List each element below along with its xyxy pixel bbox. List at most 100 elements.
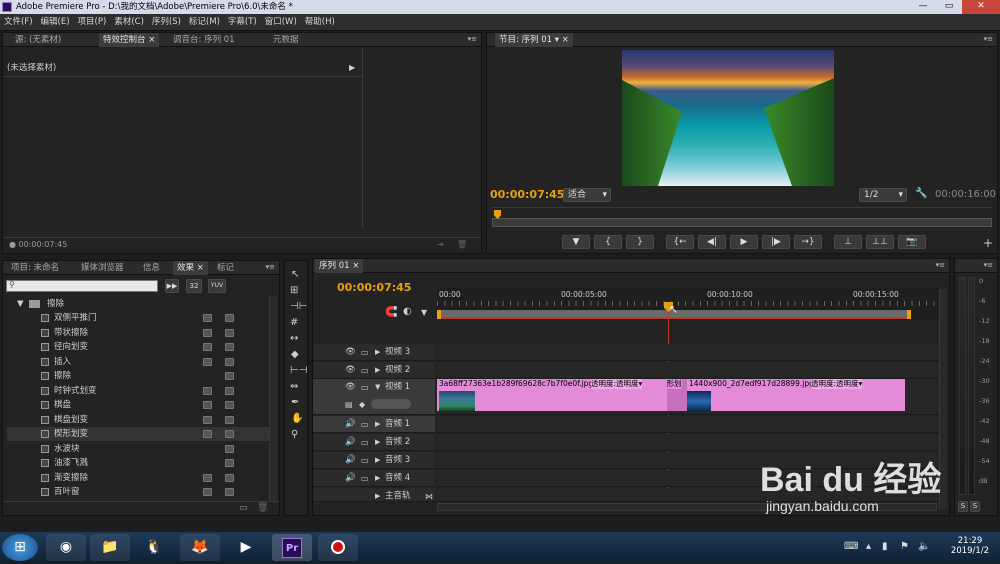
expand-arrow-icon[interactable]: ▶ <box>375 452 380 469</box>
taskbar-qq-icon[interactable]: 🐧 <box>134 534 174 561</box>
razor-tool-icon[interactable]: ◆ <box>291 349 299 361</box>
track-header[interactable]: 👁 ▭ ▼ 视频 1 ▤ ◆ <box>313 379 435 415</box>
export-icon[interactable]: ⇥ <box>437 239 444 251</box>
lock-icon[interactable]: ▭ <box>361 452 369 469</box>
program-timecode[interactable]: 00:00:07:45 <box>490 188 564 201</box>
tab-source[interactable]: 源: (无素材) <box>11 33 65 47</box>
effect-item[interactable]: 油漆飞溅 <box>7 456 269 470</box>
track-header[interactable]: 🔊 ▭ ▶ 音频 3 <box>313 452 435 469</box>
time-ruler[interactable]: 00:00 00:00:05:00 00:00:10:00 00:00:15:0… <box>437 287 939 321</box>
expand-arrow-icon[interactable]: ▶ <box>375 488 380 505</box>
lift-button[interactable]: ⊥ <box>834 235 862 249</box>
hand-tool-icon[interactable]: ✋ <box>291 413 303 425</box>
effect-item[interactable]: 棋盘 <box>7 398 269 412</box>
effect-item[interactable]: 双侧平推门 <box>7 311 269 325</box>
lock-icon[interactable]: ▭ <box>361 344 369 361</box>
pen-tool-icon[interactable]: ✒ <box>291 397 299 409</box>
expand-arrow-icon[interactable]: ▶ <box>375 470 380 487</box>
track-header[interactable]: 👁 ▭ ▶ 视频 3 <box>313 344 435 361</box>
track-header[interactable]: 🔊 ▭ ▶ 音频 4 <box>313 470 435 487</box>
tray-keyboard-icon[interactable]: ⌨ <box>844 541 858 553</box>
clip-image-2[interactable]: 1440x900_2d7edf917d28899.jpg 透明度:透明度▾ <box>687 379 905 411</box>
menu-sequence[interactable]: 序列(S) <box>148 14 185 31</box>
track-lane[interactable] <box>437 362 939 379</box>
tab-markers[interactable]: 标记 <box>213 261 238 275</box>
zoom-tool-icon[interactable]: ⚲ <box>291 429 298 441</box>
menu-marker[interactable]: 标记(M) <box>185 14 224 31</box>
track-lane[interactable] <box>437 416 939 433</box>
speaker-icon[interactable]: 🔊 <box>345 452 356 469</box>
clock[interactable]: 21:29 2019/1/2 <box>950 536 990 556</box>
panel-menu-icon[interactable]: ▾≡ <box>936 261 945 269</box>
new-folder-icon[interactable]: ▭ <box>239 502 248 514</box>
eye-icon[interactable]: 👁 <box>345 362 356 379</box>
go-to-out-button[interactable]: →} <box>794 235 822 249</box>
lock-icon[interactable]: ▭ <box>361 434 369 451</box>
menu-project[interactable]: 项目(P) <box>74 14 111 31</box>
effect-item[interactable]: 擦除 <box>7 369 269 383</box>
keyframe-nav[interactable] <box>371 399 411 409</box>
solo-right-button[interactable]: S <box>970 501 980 512</box>
tray-flag-icon[interactable]: ⚑ <box>900 541 909 553</box>
mark-out-button[interactable]: } <box>626 235 654 249</box>
add-marker-button[interactable]: ▼ <box>562 235 590 249</box>
selection-tool-icon[interactable]: ↖ <box>291 269 299 281</box>
expand-arrow-icon[interactable]: ▶ <box>375 344 380 361</box>
effect-item[interactable]: 带状擦除 <box>7 326 269 340</box>
lock-icon[interactable]: ▭ <box>361 362 369 379</box>
expand-arrow-icon[interactable]: ▶ <box>349 62 355 74</box>
slide-tool-icon[interactable]: ⇔ <box>290 381 298 393</box>
yuv-effects-button[interactable]: YUV <box>208 279 226 293</box>
panel-menu-icon[interactable]: ▾≡ <box>984 35 993 43</box>
taskbar-video-app-icon[interactable]: ▶ <box>226 534 266 561</box>
eye-icon[interactable]: 👁 <box>345 379 356 396</box>
effect-item[interactable]: 百叶窗 <box>7 485 269 499</box>
clip-image-1[interactable]: 3a68ff27363e1b289f69628c7b7f0e0f.jpg 透明度… <box>437 379 667 411</box>
panel-menu-icon[interactable]: ▾≡ <box>468 35 477 43</box>
lock-icon[interactable]: ▭ <box>361 470 369 487</box>
fit-dropdown[interactable]: 适合 ▾ <box>563 188 611 202</box>
panel-menu-icon[interactable]: ▾≡ <box>984 261 993 269</box>
track-header[interactable]: ▶ 主音轨 ⋈ <box>313 488 435 502</box>
menu-clip[interactable]: 素材(C) <box>110 14 148 31</box>
eye-icon[interactable]: 👁 <box>345 344 356 361</box>
marker-icon[interactable]: ▼ <box>421 307 427 319</box>
effect-item[interactable]: 楔形划变 <box>7 427 269 441</box>
speaker-icon[interactable]: 🔊 <box>345 470 356 487</box>
menu-window[interactable]: 窗口(W) <box>261 14 301 31</box>
32bit-effects-button[interactable]: 32 <box>186 279 202 293</box>
play-button[interactable]: ▶ <box>730 235 758 249</box>
tray-expand-icon[interactable]: ▴ <box>866 541 871 553</box>
taskbar-folder-icon[interactable]: 📁 <box>90 534 130 561</box>
speaker-icon[interactable]: 🔊 <box>345 416 356 433</box>
taskbar-recorder-icon[interactable] <box>318 534 358 561</box>
set-marker-icon[interactable]: ◐ <box>403 306 412 318</box>
rate-stretch-tool-icon[interactable]: ↔ <box>290 333 298 345</box>
expand-arrow-icon[interactable]: ▶ <box>375 362 380 379</box>
tab-effects[interactable]: 效果 × <box>173 261 208 275</box>
track-lane[interactable] <box>437 434 939 451</box>
panel-menu-icon[interactable]: ▾≡ <box>266 263 275 271</box>
folder-row-wipe[interactable]: ▼ 擦除 <box>7 297 269 311</box>
minimize-button[interactable]: — <box>910 0 936 14</box>
menu-help[interactable]: 帮助(H) <box>301 14 339 31</box>
resolution-dropdown[interactable]: 1/2 ▾ <box>859 188 907 202</box>
track-header[interactable]: 🔊 ▭ ▶ 音频 2 <box>313 434 435 451</box>
trash-icon[interactable]: 🗑 <box>457 239 467 251</box>
ripple-edit-tool-icon[interactable]: ⊣⊢ <box>290 301 307 313</box>
effects-scrollbar[interactable] <box>269 295 277 501</box>
rolling-edit-tool-icon[interactable]: # <box>290 317 298 329</box>
menu-file[interactable]: 文件(F) <box>0 14 37 31</box>
speaker-icon[interactable]: 🔊 <box>345 434 356 451</box>
wrench-icon[interactable]: 🔧 <box>915 188 927 200</box>
collapse-arrow-icon[interactable]: ▼ <box>17 297 24 311</box>
track-header[interactable]: 👁 ▭ ▶ 视频 2 <box>313 362 435 379</box>
go-to-in-button[interactable]: {← <box>666 235 694 249</box>
program-scrubber[interactable] <box>492 207 992 229</box>
expand-arrow-icon[interactable]: ▶ <box>375 416 380 433</box>
clip-transition[interactable]: 楔形划 <box>667 379 687 411</box>
snap-icon[interactable]: 🧲 <box>385 307 397 319</box>
tab-project[interactable]: 项目: 未命名 <box>7 261 63 275</box>
menu-title[interactable]: 字幕(T) <box>224 14 261 31</box>
diamond-icon[interactable]: ◆ <box>359 396 365 413</box>
